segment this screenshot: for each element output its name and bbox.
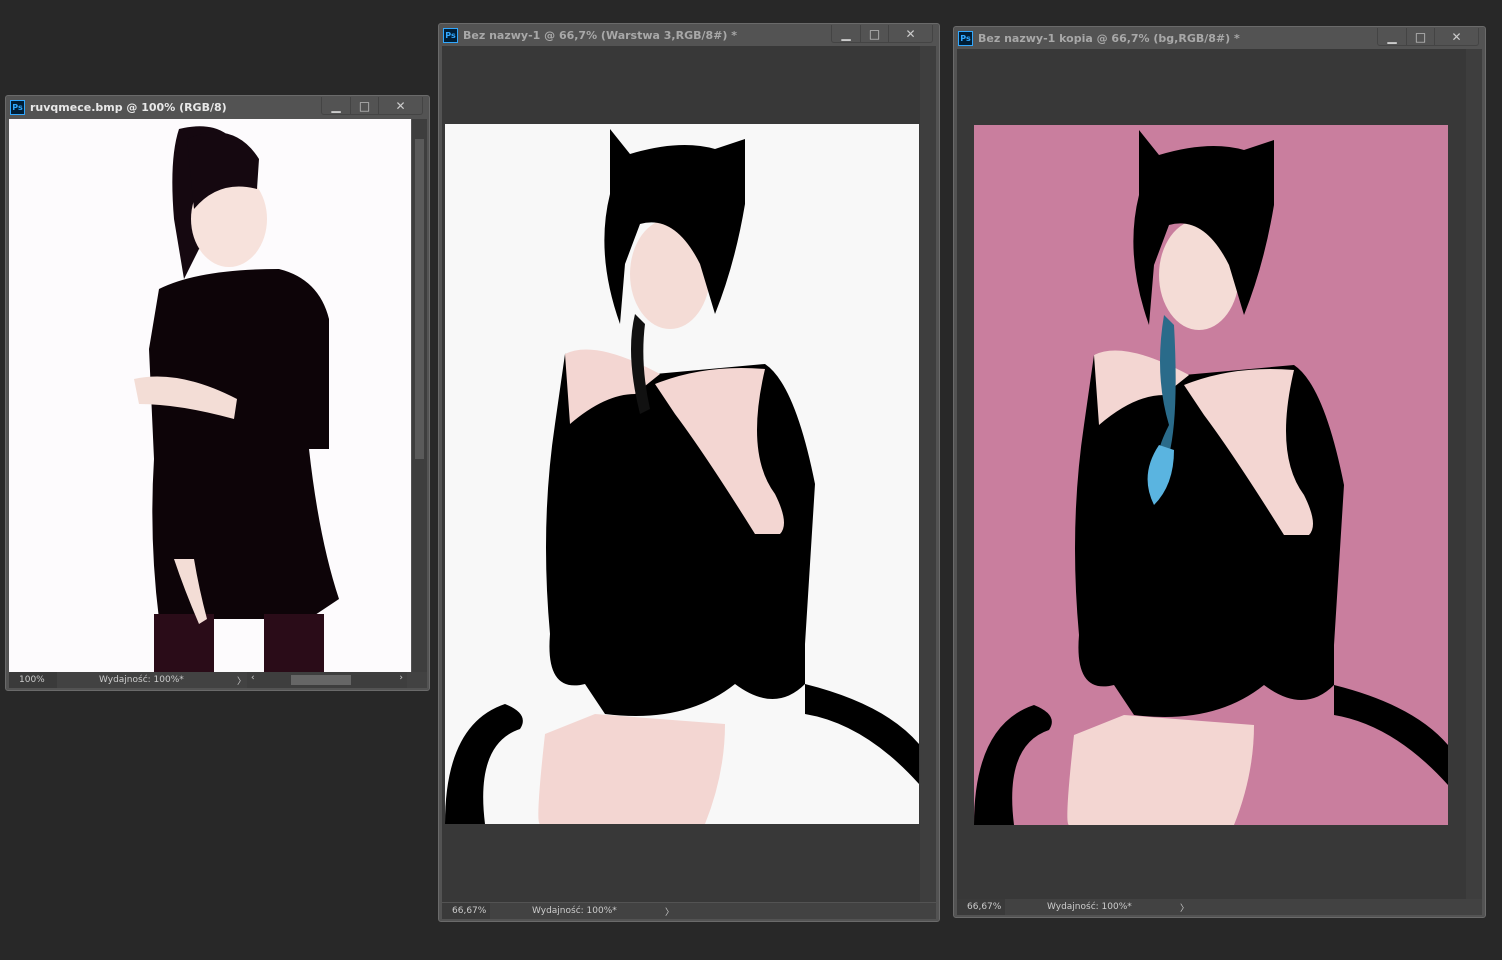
canvas-artwork[interactable] xyxy=(445,124,919,824)
vertical-scrollbar[interactable] xyxy=(920,46,936,902)
close-button[interactable]: ✕ xyxy=(378,97,422,114)
status-bar: 66,67% Wydajność: 100%* 〉 xyxy=(957,899,1482,915)
minimize-button[interactable]: ▁ xyxy=(832,25,860,42)
title-bar[interactable]: Ps ruvqmece.bmp @ 100% (RGB/8) ▁ □ ✕ xyxy=(6,96,429,118)
zoom-level[interactable]: 66,67% xyxy=(442,903,490,919)
window-title: Bez nazwy-1 @ 66,7% (Warstwa 3,RGB/8#) * xyxy=(463,28,737,42)
zoom-level[interactable]: 66,67% xyxy=(957,899,1005,915)
status-menu-arrow[interactable]: 〉 xyxy=(1180,901,1189,914)
document-window-ruvqmece[interactable]: Ps ruvqmece.bmp @ 100% (RGB/8) ▁ □ ✕ 100… xyxy=(5,95,430,691)
photoshop-icon: Ps xyxy=(10,99,25,115)
vertical-scrollbar[interactable] xyxy=(1466,49,1482,899)
performance-info: Wydajność: 100%* xyxy=(532,906,617,916)
document-window-bez-nazwy-1[interactable]: Ps Bez nazwy-1 @ 66,7% (Warstwa 3,RGB/8#… xyxy=(438,23,940,922)
photoshop-icon: Ps xyxy=(958,30,973,46)
cat-girl-illustration xyxy=(974,130,1448,825)
window-title: Bez nazwy-1 kopia @ 66,7% (bg,RGB/8#) * xyxy=(978,31,1240,45)
maximize-button[interactable]: □ xyxy=(860,25,888,42)
zoom-level[interactable]: 100% xyxy=(9,672,57,688)
minimize-button[interactable]: ▁ xyxy=(322,97,350,114)
maximize-button[interactable]: □ xyxy=(350,97,378,114)
performance-info: Wydajność: 100%* xyxy=(1047,902,1132,912)
horizontal-scrollbar[interactable]: ‹ › xyxy=(247,672,407,688)
maximize-button[interactable]: □ xyxy=(1406,28,1434,45)
status-menu-arrow[interactable]: 〉 xyxy=(665,905,674,918)
performance-info: Wydajność: 100%* xyxy=(99,675,184,685)
document-window-bez-nazwy-1-kopia[interactable]: Ps Bez nazwy-1 kopia @ 66,7% (bg,RGB/8#)… xyxy=(953,26,1486,918)
minimize-button[interactable]: ▁ xyxy=(1378,28,1406,45)
status-bar: 66,67% Wydajność: 100%* 〉 xyxy=(442,903,936,919)
canvas-area[interactable] xyxy=(442,46,920,902)
photoshop-icon: Ps xyxy=(443,27,458,43)
close-button[interactable]: ✕ xyxy=(888,25,932,42)
scroll-right-icon[interactable]: › xyxy=(399,673,403,683)
canvas-artwork[interactable] xyxy=(9,119,411,672)
status-menu-arrow[interactable]: 〉 xyxy=(237,674,246,687)
canvas-artwork[interactable] xyxy=(974,125,1448,825)
close-button[interactable]: ✕ xyxy=(1434,28,1478,45)
title-bar[interactable]: Ps Bez nazwy-1 @ 66,7% (Warstwa 3,RGB/8#… xyxy=(439,24,939,46)
vertical-scrollbar[interactable] xyxy=(412,119,427,672)
status-bar: 100% Wydajność: 100%* 〉 ‹ › xyxy=(9,672,427,688)
scroll-thumb[interactable] xyxy=(415,139,424,459)
scroll-left-icon[interactable]: ‹ xyxy=(251,673,255,683)
cat-girl-illustration xyxy=(445,129,919,824)
scroll-thumb[interactable] xyxy=(291,675,351,685)
canvas-area[interactable] xyxy=(957,49,1466,899)
window-title: ruvqmece.bmp @ 100% (RGB/8) xyxy=(30,100,227,114)
girl-illustration xyxy=(134,126,339,672)
title-bar[interactable]: Ps Bez nazwy-1 kopia @ 66,7% (bg,RGB/8#)… xyxy=(954,27,1485,49)
